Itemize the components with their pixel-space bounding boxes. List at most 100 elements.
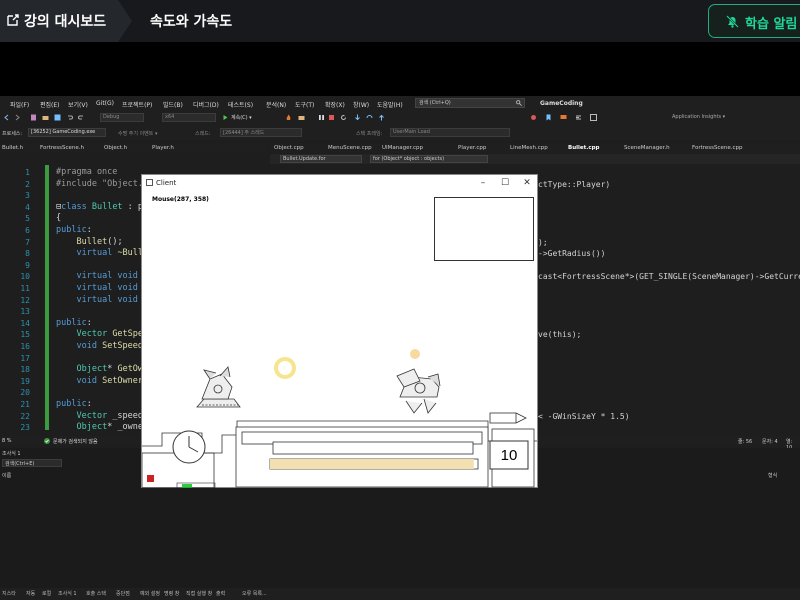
step-over-icon[interactable] xyxy=(366,114,373,121)
stop-icon[interactable] xyxy=(328,114,335,121)
nav-scope-dropdown[interactable]: Bullet.Update.for xyxy=(280,155,362,163)
menu-item[interactable]: 편집(E) xyxy=(40,100,60,109)
app-insights-label[interactable]: Application Insights ▾ xyxy=(672,114,725,120)
step-into-icon[interactable] xyxy=(354,114,361,121)
code-line[interactable]: ); xyxy=(538,238,548,247)
code-line[interactable]: virtual void xyxy=(56,283,143,293)
tool-tab[interactable]: 명령 창 xyxy=(164,590,179,597)
editor-tab[interactable]: Player.h xyxy=(152,145,174,151)
menu-item[interactable]: 테스트(S) xyxy=(228,100,253,109)
tool-tab[interactable]: 조사식 1 xyxy=(58,590,77,597)
minimize-button[interactable]: – xyxy=(472,177,494,189)
editor-tab[interactable]: Bullet.h xyxy=(2,145,23,151)
menu-item[interactable]: 확장(X) xyxy=(325,100,345,109)
code-line[interactable]: void SetOwner xyxy=(56,376,143,386)
code-line[interactable]: cast<FortressScene*>(GET_SINGLE(SceneMan… xyxy=(538,272,800,281)
breakpoint-icon[interactable] xyxy=(530,114,537,121)
code-line[interactable]: #pragma once xyxy=(56,167,117,177)
tool-tab[interactable]: 호출 스택 xyxy=(86,590,106,597)
tool-tab[interactable]: 지스타 xyxy=(2,590,16,597)
code-line[interactable]: Vector GetSpee xyxy=(56,329,148,339)
menu-item[interactable]: 프로젝트(P) xyxy=(122,100,152,109)
code-line[interactable]: ve(this); xyxy=(538,330,581,339)
zoom-level[interactable]: 8 % xyxy=(2,438,12,444)
watch-col-name[interactable]: 이름 xyxy=(2,472,11,479)
code-line[interactable]: virtual void xyxy=(56,271,143,281)
menu-item[interactable]: 창(W) xyxy=(353,100,369,109)
editor-tab[interactable]: SceneManager.h xyxy=(624,145,670,151)
tool-tab[interactable]: 직접 실행 창 xyxy=(186,590,212,597)
client-titlebar[interactable]: Client – ☐ ✕ xyxy=(142,175,537,191)
step-out-icon[interactable] xyxy=(378,114,385,121)
bookmark-icon[interactable] xyxy=(545,114,552,121)
code-line[interactable]: { xyxy=(56,213,61,223)
editor-tab[interactable]: Object.cpp xyxy=(274,145,304,151)
menu-item[interactable]: 분석(N) xyxy=(266,100,286,109)
editor-tab[interactable]: UIManager.cpp xyxy=(382,145,423,151)
maximize-button[interactable]: ☐ xyxy=(494,177,516,189)
close-button[interactable]: ✕ xyxy=(516,177,538,189)
save-icon[interactable] xyxy=(54,114,61,121)
restart-icon[interactable] xyxy=(340,114,347,121)
tool-tab[interactable]: 중단점 xyxy=(116,590,130,597)
back-icon[interactable] xyxy=(3,114,10,121)
game-scene[interactable]: 10 xyxy=(142,191,537,488)
comment-icon[interactable] xyxy=(560,114,567,121)
editor-tab[interactable]: LineMesh.cpp xyxy=(510,145,548,151)
menu-item[interactable]: 파일(F) xyxy=(10,100,29,109)
code-line[interactable]: Bullet(); xyxy=(56,237,122,247)
menu-item[interactable]: Git(G) xyxy=(96,100,114,107)
continue-label[interactable]: 계속(C) ▾ xyxy=(231,114,252,121)
redo-icon[interactable] xyxy=(78,114,85,121)
lifecycle-events[interactable]: 수명 주기 이벤트 ▾ xyxy=(118,130,157,137)
menu-item[interactable]: 보기(V) xyxy=(68,100,88,109)
menu-item[interactable]: 디버그(D) xyxy=(193,100,219,109)
tool-tab[interactable]: 자동 xyxy=(26,590,35,597)
process-dropdown[interactable]: [36252] GameCoding.exe xyxy=(28,128,106,137)
tool-tab[interactable]: 출력 xyxy=(216,590,225,597)
study-alarm-button[interactable]: 학습 알림 xyxy=(708,4,800,38)
menu-item[interactable]: 빌드(B) xyxy=(163,100,183,109)
forward-icon[interactable] xyxy=(14,114,21,121)
code-line[interactable]: void SetSpeed xyxy=(56,341,143,351)
stackframe-dropdown[interactable]: UserMain Load xyxy=(390,128,510,137)
code-line[interactable]: Vector _speed xyxy=(56,411,143,421)
editor-tab[interactable]: MenuScene.cpp xyxy=(328,145,372,151)
window-icon[interactable] xyxy=(590,114,597,121)
continue-icon[interactable] xyxy=(222,114,229,121)
nav-member-dropdown[interactable]: for (Object* object : objects) xyxy=(370,155,488,163)
watch-search-input[interactable]: 검색(Ctrl+E) xyxy=(2,459,62,467)
code-line[interactable]: public: xyxy=(56,399,92,409)
code-line[interactable]: public: xyxy=(56,225,92,235)
search-input[interactable]: 검색 (Ctrl+Q) xyxy=(415,98,525,108)
code-line[interactable]: ->GetRadius()) xyxy=(538,249,605,258)
code-line[interactable]: ctType::Player) xyxy=(538,180,610,189)
undo-icon[interactable] xyxy=(66,114,73,121)
tool-tab[interactable]: 예외 설정 xyxy=(140,590,160,597)
code-line[interactable]: Object* GetOwn xyxy=(56,364,148,374)
tool-tab[interactable]: 오류 목록... xyxy=(242,590,267,597)
code-line[interactable]: virtual void xyxy=(56,295,143,305)
editor-tab[interactable]: Player.cpp xyxy=(458,145,486,151)
menu-item[interactable]: 도구(T) xyxy=(295,100,314,109)
format-icon[interactable] xyxy=(575,114,582,121)
platform-dropdown[interactable]: x64 xyxy=(162,113,216,122)
pause-icon[interactable] xyxy=(318,114,325,121)
code-line[interactable]: < -GWinSizeY * 1.5) xyxy=(538,412,630,421)
flame-icon[interactable] xyxy=(285,114,292,121)
folder-icon[interactable] xyxy=(298,114,305,121)
editor-tab[interactable]: FortressScene.h xyxy=(40,145,84,151)
code-line[interactable]: virtual ~Bulle xyxy=(56,248,148,258)
editor-tab[interactable]: FortressScene.cpp xyxy=(692,145,743,151)
code-line[interactable]: public: xyxy=(56,318,92,328)
config-dropdown[interactable]: Debug xyxy=(100,113,144,122)
menu-item[interactable]: 도움말(H) xyxy=(377,100,403,109)
open-folder-icon[interactable] xyxy=(42,114,49,121)
tool-tab[interactable]: 로컬 xyxy=(42,590,51,597)
new-file-icon[interactable] xyxy=(30,114,37,121)
thread-dropdown[interactable]: [26444] 주 스레드 xyxy=(220,128,302,137)
code-line[interactable]: Object* _owner xyxy=(56,422,148,432)
watch-col-type[interactable]: 형식 xyxy=(768,472,777,479)
editor-tab[interactable]: Bullet.cpp xyxy=(568,145,599,151)
code-line[interactable]: #include "Object.h xyxy=(56,179,148,189)
